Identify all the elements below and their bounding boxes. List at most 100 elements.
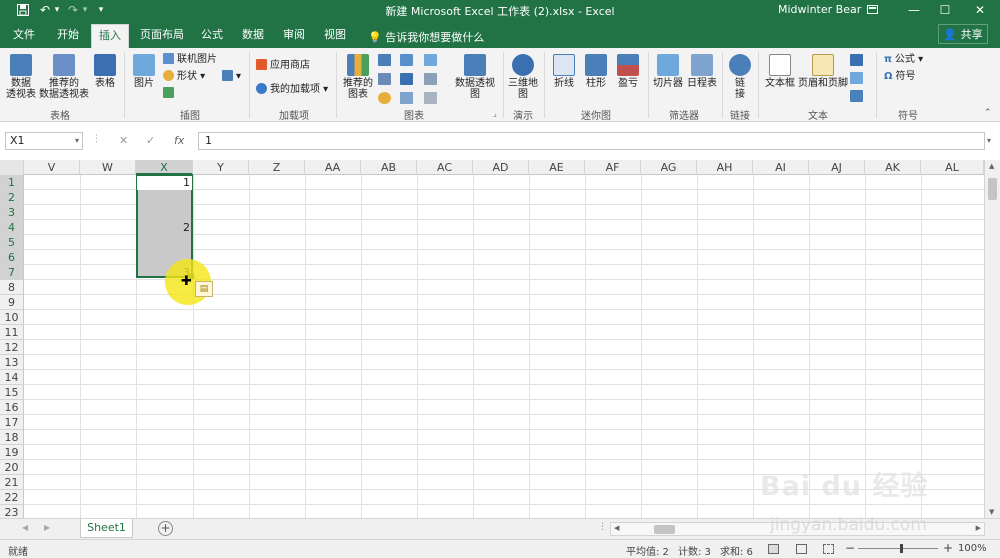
name-box[interactable]: X1 ▾	[5, 132, 83, 150]
row-header-3[interactable]: 3	[0, 205, 24, 220]
scatter-chart-icon[interactable]	[378, 73, 391, 85]
redo-icon[interactable]: ↷	[66, 2, 80, 18]
column-header-ak[interactable]: AK	[865, 160, 921, 175]
table-button[interactable]: 表格	[92, 54, 118, 89]
column-header-aa[interactable]: AA	[305, 160, 361, 175]
status-average[interactable]: 平均值: 2	[626, 543, 669, 558]
enter-icon[interactable]: ✓	[146, 134, 155, 147]
column-header-aj[interactable]: AJ	[809, 160, 865, 175]
tab-file[interactable]: 文件	[8, 26, 40, 48]
scroll-up-icon[interactable]: ▲	[989, 162, 994, 170]
row-header-8[interactable]: 8	[0, 280, 24, 295]
row-header-18[interactable]: 18	[0, 430, 24, 445]
zoom-out-icon[interactable]: −	[845, 541, 855, 555]
dialog-launcher-icon[interactable]: ⌟	[493, 109, 497, 118]
slicer-button[interactable]: 切片器	[652, 54, 684, 89]
wordart-icon[interactable]	[850, 54, 863, 66]
row-header-17[interactable]: 17	[0, 415, 24, 430]
row-header-4[interactable]: 4	[0, 220, 24, 235]
smartart-button[interactable]	[163, 87, 177, 101]
scroll-right-icon[interactable]: ▶	[976, 524, 981, 532]
column-header-af[interactable]: AF	[585, 160, 641, 175]
row-header-14[interactable]: 14	[0, 370, 24, 385]
waterfall-chart-icon[interactable]	[400, 73, 413, 85]
row-header-22[interactable]: 22	[0, 490, 24, 505]
link-button[interactable]: 链 接	[726, 54, 754, 100]
column-chart-icon[interactable]	[378, 54, 391, 66]
normal-view-icon[interactable]	[768, 544, 779, 554]
hierarchy-chart-icon[interactable]	[424, 54, 437, 66]
save-icon[interactable]	[14, 2, 32, 18]
cell-x4[interactable]: 2	[136, 220, 190, 235]
tab-split-grip-icon[interactable]: ⋮	[598, 522, 607, 532]
my-addins-button[interactable]: 我的加载项 ▾	[256, 83, 328, 97]
status-count[interactable]: 计数: 3	[678, 543, 711, 558]
signature-line-icon[interactable]	[850, 72, 863, 84]
share-button[interactable]: 👤 共享	[938, 24, 988, 44]
redo-dropdown-icon[interactable]: ▾	[80, 2, 90, 18]
select-all-corner[interactable]	[0, 160, 24, 175]
column-header-ae[interactable]: AE	[529, 160, 585, 175]
row-header-7[interactable]: 7	[0, 265, 24, 280]
zoom-slider-thumb[interactable]	[900, 544, 903, 553]
column-header-w[interactable]: W	[80, 160, 136, 175]
tab-page-layout[interactable]: 页面布局	[138, 26, 186, 48]
column-header-ah[interactable]: AH	[697, 160, 753, 175]
column-header-ab[interactable]: AB	[361, 160, 417, 175]
row-header-1[interactable]: 1	[0, 175, 24, 190]
customize-quick-access-icon[interactable]: ▾	[94, 2, 108, 18]
row-header-5[interactable]: 5	[0, 235, 24, 250]
zoom-slider[interactable]	[858, 548, 938, 549]
row-header-21[interactable]: 21	[0, 475, 24, 490]
3d-map-button[interactable]: 三维地 图	[506, 54, 540, 100]
column-header-x[interactable]: X	[136, 160, 193, 175]
bar-chart-icon[interactable]	[400, 54, 413, 66]
header-footer-button[interactable]: 页眉和页脚	[798, 54, 848, 89]
zoom-in-icon[interactable]: +	[943, 541, 953, 555]
expand-formula-icon[interactable]: ▾	[987, 136, 991, 145]
equation-button[interactable]: π 公式 ▾	[884, 53, 923, 67]
tab-view[interactable]: 视图	[319, 26, 351, 48]
vertical-scroll-thumb[interactable]	[988, 178, 997, 200]
sparkline-winloss-button[interactable]: 盈亏	[614, 54, 642, 89]
maximize-icon[interactable]: ☐	[930, 0, 960, 20]
page-layout-view-icon[interactable]	[796, 544, 807, 554]
row-header-2[interactable]: 2	[0, 190, 24, 205]
column-header-ac[interactable]: AC	[417, 160, 473, 175]
recommended-charts-button[interactable]: 推荐的 图表	[342, 54, 374, 100]
row-header-23[interactable]: 23	[0, 505, 24, 518]
shapes-button[interactable]: 形状 ▾	[163, 70, 205, 84]
row-header-6[interactable]: 6	[0, 250, 24, 265]
row-header-11[interactable]: 11	[0, 325, 24, 340]
recommended-pivot-button[interactable]: 推荐的 数据透视表	[38, 54, 90, 100]
textbox-button[interactable]: 文本框	[762, 54, 798, 89]
user-name[interactable]: Midwinter Bear	[778, 3, 861, 16]
undo-dropdown-icon[interactable]: ▾	[52, 2, 62, 18]
pie-chart-icon[interactable]	[378, 92, 391, 104]
next-sheet-icon[interactable]: ▶	[44, 523, 50, 532]
cancel-icon[interactable]: ✕	[119, 134, 128, 147]
screenshot-button[interactable]: ▾	[222, 70, 241, 84]
online-pictures-button[interactable]: 联机图片	[163, 53, 217, 67]
symbol-button[interactable]: Ω 符号	[884, 70, 916, 84]
collapse-ribbon-icon[interactable]: ⌃	[984, 108, 992, 118]
tell-me-search[interactable]: 💡 告诉我你想要做什么	[368, 29, 484, 45]
horizontal-scroll-thumb[interactable]	[654, 525, 675, 534]
tab-data[interactable]: 数据	[237, 26, 269, 48]
scroll-down-icon[interactable]: ▼	[989, 508, 994, 516]
column-header-ag[interactable]: AG	[641, 160, 697, 175]
row-header-9[interactable]: 9	[0, 295, 24, 310]
row-header-16[interactable]: 16	[0, 400, 24, 415]
sparkline-column-button[interactable]: 柱形	[582, 54, 610, 89]
zoom-level[interactable]: 100%	[958, 543, 987, 554]
row-header-10[interactable]: 10	[0, 310, 24, 325]
column-header-ad[interactable]: AD	[473, 160, 529, 175]
add-sheet-icon[interactable]: +	[158, 521, 173, 536]
stock-chart-icon[interactable]	[424, 73, 437, 85]
row-header-13[interactable]: 13	[0, 355, 24, 370]
scroll-left-icon[interactable]: ◀	[614, 524, 619, 532]
minimize-icon[interactable]: —	[899, 0, 929, 20]
row-header-20[interactable]: 20	[0, 460, 24, 475]
vertical-scrollbar[interactable]: ▲ ▼	[984, 160, 1000, 518]
object-icon[interactable]	[850, 90, 863, 102]
